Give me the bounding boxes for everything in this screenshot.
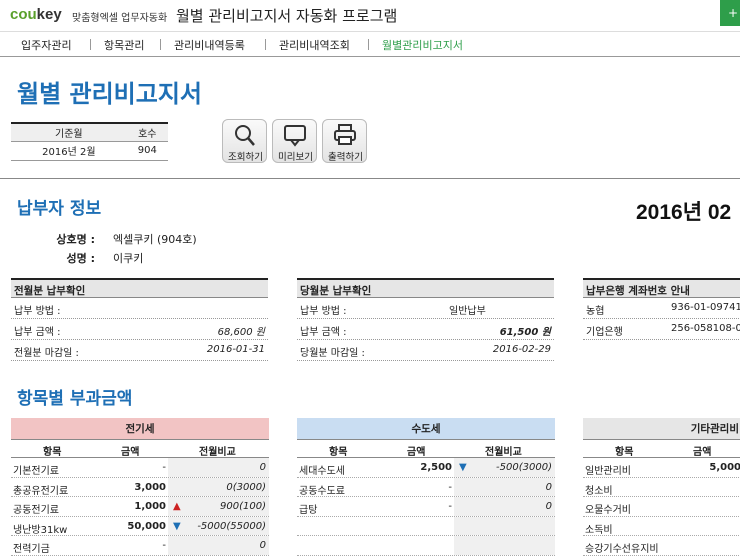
unit-header: 호수	[126, 122, 168, 142]
top-right-button[interactable]: +	[720, 0, 740, 26]
bank-header: 납부은행 계좌번호 안내	[583, 278, 740, 298]
main-nav: 입주자관리 항목관리 관리비내역등록 관리비내역조회 월별관리비고지서	[0, 33, 740, 57]
this-month-header: 당월분 납부확인	[297, 278, 554, 298]
this-month-box: 당월분 납부확인 납부 방법 : 일반납부 납부 금액 :61,500 원 당월분…	[297, 278, 554, 361]
bill-date: 2016년 02	[636, 201, 732, 224]
table-row: 공동수도료 -0	[297, 477, 555, 497]
nav-item-management[interactable]: 항목관리	[104, 37, 144, 53]
table-header: 항목 금액 전월비교	[11, 439, 269, 458]
page-title: 월별 관리비고지서	[17, 80, 202, 108]
logo: coukey	[10, 6, 62, 23]
list-item: 납부 금액 :61,500 원	[297, 319, 554, 340]
company-value: 엑셀쿠키 (904호)	[113, 233, 197, 246]
bank-box: 납부은행 계좌번호 안내 농협 936-01-09741 기업은행 256-0581…	[583, 278, 740, 340]
table-row	[297, 516, 555, 536]
nav-tenant-management[interactable]: 입주자관리	[21, 37, 72, 53]
water-title: 수도세	[297, 418, 555, 439]
list-item: 농협 936-01-09741	[583, 298, 740, 319]
nav-fee-registration[interactable]: 관리비내역등록	[174, 37, 245, 53]
prev-month-header: 전월분 납부확인	[11, 278, 268, 298]
items-section-title: 항목별 부과금액	[17, 389, 133, 409]
list-item: 납부 금액 :68,600 원	[11, 319, 268, 340]
printer-icon	[334, 124, 356, 145]
month-value[interactable]: 2016년 2월	[11, 141, 127, 161]
list-item: 전월분 마감일 :2016-01-31	[11, 340, 268, 361]
table-header: 항목 금액	[583, 439, 740, 458]
search-button[interactable]: 조회하기	[222, 119, 267, 163]
table-row	[297, 536, 555, 556]
table-row: 소독비	[583, 517, 740, 536]
table-row: 청소비	[583, 478, 740, 497]
payer-section-title: 납부자 정보	[17, 199, 102, 219]
list-item: 납부 방법 :	[11, 298, 268, 319]
tagline: 맞춤형엑셀 업무자동화	[72, 13, 168, 24]
other-title: 기타관리비	[583, 418, 740, 439]
name-value: 이쿠키	[113, 252, 144, 265]
table-row: 오물수거비	[583, 497, 740, 517]
table-row: 전력기금 -0	[11, 536, 269, 556]
filter-table: 기준월 호수 2016년 2월 904	[11, 122, 168, 161]
top-bar: coukey 맞춤형엑셀 업무자동화 월별 관리비고지서 자동화 프로그램 +	[0, 0, 740, 32]
list-item: 기업은행 256-058108-0	[583, 319, 740, 340]
table-row: 기본전기료 -0	[11, 458, 269, 478]
month-header: 기준월	[11, 122, 127, 142]
table-header: 항목 금액 전월비교	[297, 439, 555, 458]
list-item: 당월분 마감일 :2016-02-29	[297, 340, 554, 361]
list-item: 납부 방법 : 일반납부	[297, 298, 554, 319]
electric-title: 전기세	[11, 418, 269, 439]
monitor-icon	[284, 125, 306, 147]
table-row: 승강기수선유지비	[583, 536, 740, 556]
table-row: 총공유전기료 3,000 0(3000)	[11, 477, 269, 497]
name-label: 성명 :	[66, 252, 95, 265]
company-label: 상호명 :	[56, 233, 95, 246]
print-button[interactable]: 출력하기	[322, 119, 367, 163]
preview-button[interactable]: 미리보기	[272, 119, 317, 163]
electric-table: 항목 금액 전월비교 기본전기료 -0 총공유전기료 3,000 0(3000) 공동…	[11, 439, 269, 556]
nav-monthly-bill[interactable]: 월별관리비고지서	[382, 37, 463, 53]
table-row: 일반관리비 5,000	[583, 458, 740, 478]
table-row: 공동전기료 1,000 ▲ 900(100)	[11, 497, 269, 517]
table-row: 세대수도세 2,500 ▼ -500(3000)	[297, 458, 555, 478]
prev-month-box: 전월분 납부확인 납부 방법 : 납부 금액 :68,600 원 전월분 마감일…	[11, 278, 268, 361]
other-table: 항목 금액 일반관리비 5,000 청소비 오물수거비 소독비 승강기수선유지비	[583, 439, 740, 556]
table-row: 급탕 -0	[297, 497, 555, 517]
unit-value[interactable]: 904	[126, 141, 168, 161]
nav-fee-inquiry[interactable]: 관리비내역조회	[279, 37, 350, 53]
search-icon	[235, 125, 255, 146]
water-table: 항목 금액 전월비교 세대수도세 2,500 ▼ -500(3000) 공동수도료 -0…	[297, 439, 555, 556]
app-title: 월별 관리비고지서 자동화 프로그램	[176, 7, 398, 25]
divider	[0, 178, 740, 179]
table-row: 냉난방31kw 50,000 ▼ -5000(55000)	[11, 516, 269, 536]
